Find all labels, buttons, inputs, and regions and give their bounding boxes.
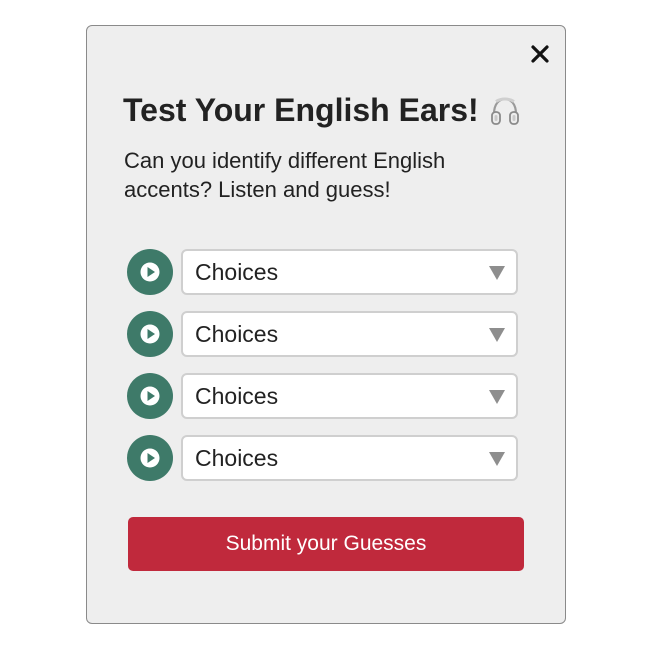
accent-select-value: Choices — [195, 320, 279, 347]
chevron-down-icon — [488, 327, 506, 343]
play-button-2[interactable] — [127, 311, 173, 357]
close-button[interactable] — [528, 40, 552, 68]
play-icon — [140, 386, 160, 406]
accent-row: Choices — [127, 248, 519, 296]
accent-select-value: Choices — [195, 258, 279, 285]
accent-select-3[interactable]: Choices — [181, 373, 518, 419]
accent-row: Choices — [127, 310, 519, 358]
play-icon — [140, 262, 160, 282]
close-icon — [531, 45, 549, 63]
play-button-3[interactable] — [127, 373, 173, 419]
play-icon — [140, 324, 160, 344]
play-button-1[interactable] — [127, 249, 173, 295]
page: Test Your English Ears! Can you identify… — [0, 0, 650, 650]
play-button-4[interactable] — [127, 435, 173, 481]
play-icon — [140, 448, 160, 468]
headphones-icon — [489, 95, 521, 127]
modal-title: Test Your English Ears! — [123, 92, 553, 129]
modal-subtitle: Can you identify different English accen… — [124, 148, 446, 202]
chevron-down-icon — [488, 389, 506, 405]
submit-guesses-button[interactable]: Submit your Guesses — [128, 517, 524, 571]
modal-title-text: Test Your English Ears! — [123, 92, 479, 128]
chevron-down-icon — [488, 265, 506, 281]
accent-select-value: Choices — [195, 382, 279, 409]
accent-quiz-modal: Test Your English Ears! Can you identify… — [86, 25, 566, 624]
accent-select-2[interactable]: Choices — [181, 311, 518, 357]
accent-row: Choices — [127, 434, 519, 482]
accent-rows: Choices Choices Choices Choices — [127, 248, 519, 496]
accent-select-value: Choices — [195, 444, 279, 471]
chevron-down-icon — [488, 451, 506, 467]
accent-select-4[interactable]: Choices — [181, 435, 518, 481]
accent-row: Choices — [127, 372, 519, 420]
accent-select-1[interactable]: Choices — [181, 249, 518, 295]
